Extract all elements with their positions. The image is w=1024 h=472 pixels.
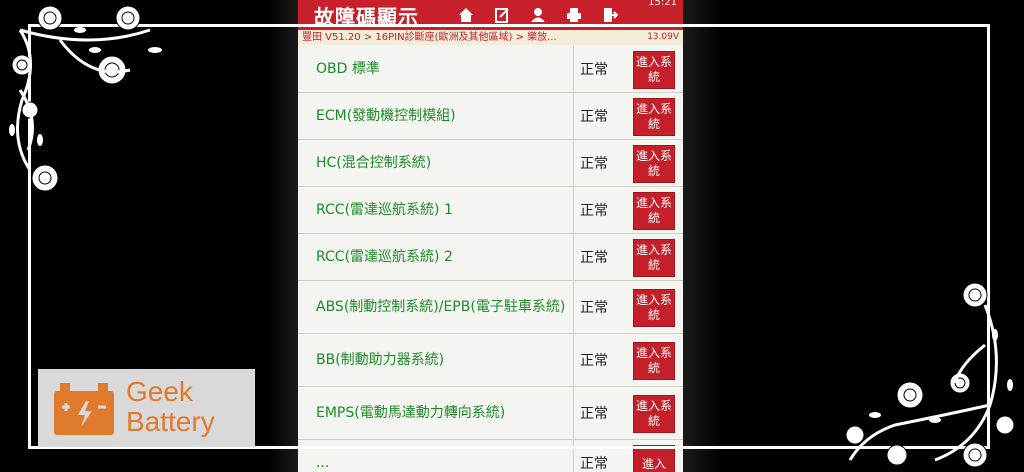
logo-line2: Battery bbox=[126, 406, 215, 437]
brand-logo: Geek Battery bbox=[38, 369, 255, 447]
logo-line1: Geek bbox=[126, 376, 193, 407]
edit-icon[interactable] bbox=[494, 7, 510, 23]
logo-wordmark: Geek Battery bbox=[126, 377, 215, 437]
enter-system-button[interactable]: 進入 bbox=[633, 445, 675, 472]
rose-vine-bottom-right-icon bbox=[845, 282, 1015, 468]
battery-icon bbox=[54, 383, 114, 435]
home-icon[interactable] bbox=[458, 7, 474, 23]
user-icon[interactable] bbox=[530, 7, 546, 23]
status-clock: 15:21 bbox=[648, 0, 677, 8]
print-icon[interactable] bbox=[566, 7, 582, 23]
exit-icon[interactable] bbox=[602, 7, 619, 23]
rose-vine-top-left-icon bbox=[9, 5, 162, 192]
toolbar bbox=[458, 7, 619, 23]
